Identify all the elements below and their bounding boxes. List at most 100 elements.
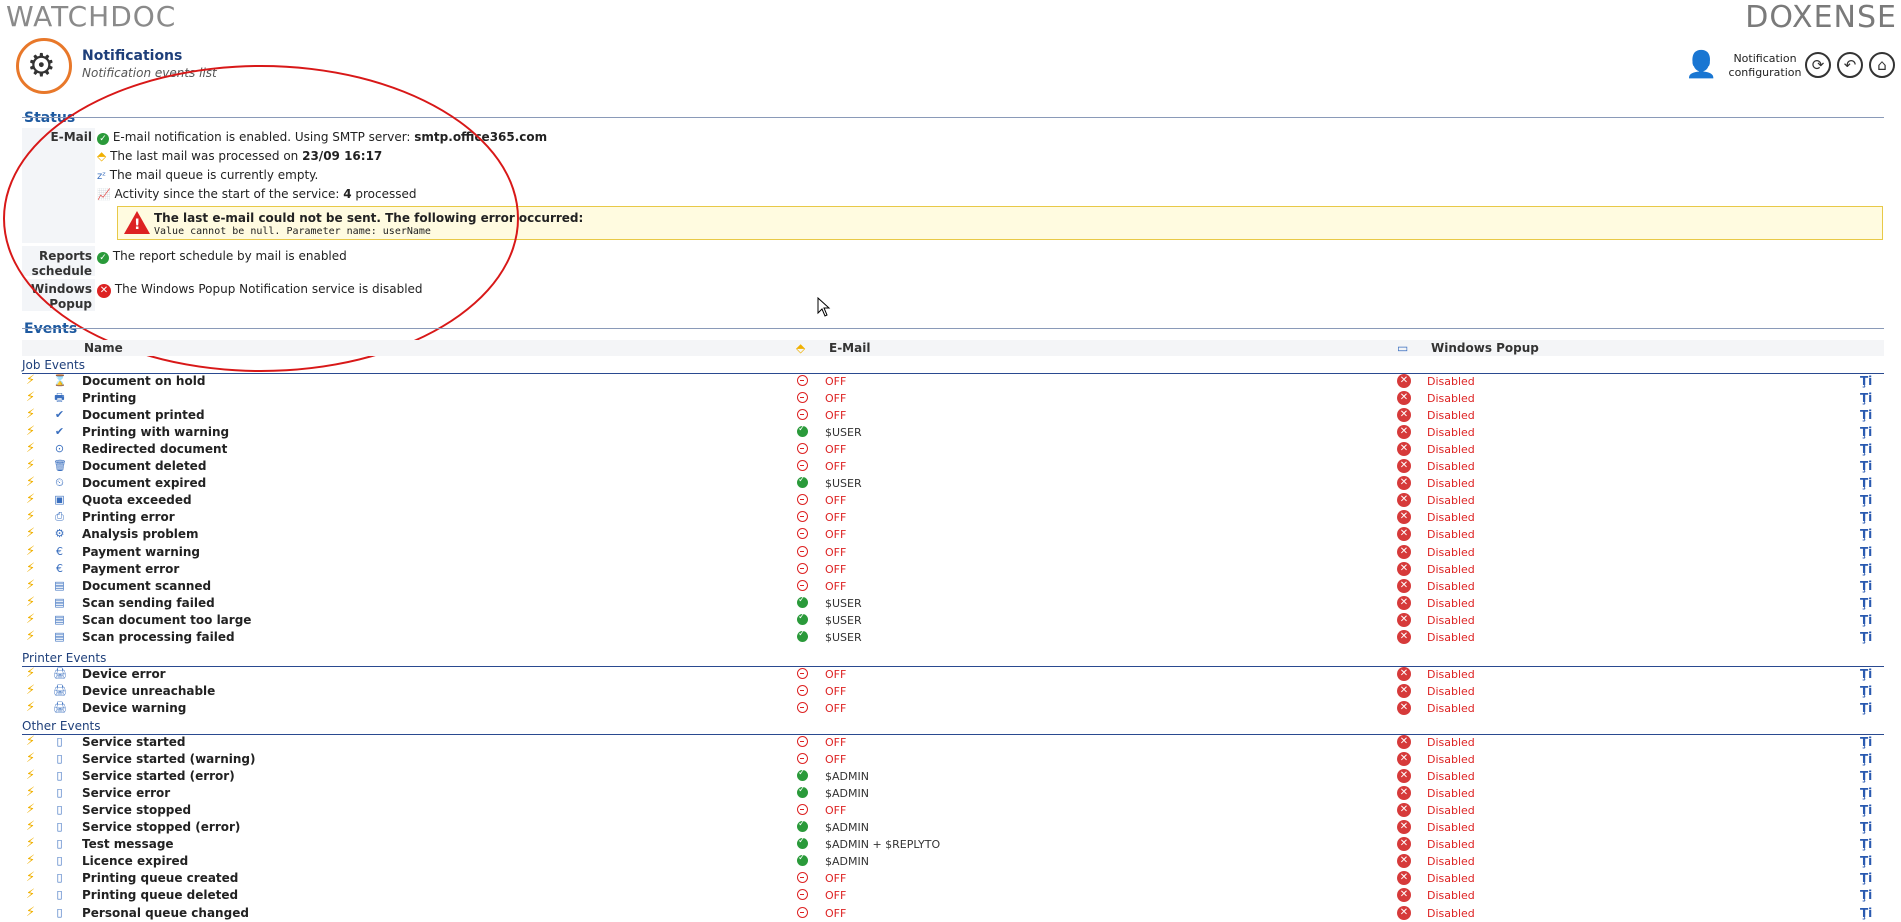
home-button[interactable]: ⌂ (1869, 52, 1895, 78)
edit-settings-icon[interactable]: Ţi (1860, 510, 1872, 524)
event-type-icon: 🖨 (53, 667, 67, 680)
popup-status: Disabled (1427, 375, 1475, 388)
edit-settings-icon[interactable]: Ţi (1860, 476, 1872, 490)
edit-settings-icon[interactable]: Ţi (1860, 854, 1872, 868)
email-recipient: OFF (825, 563, 847, 576)
popup-disabled-icon: ✕ (1397, 837, 1411, 851)
edit-settings-icon[interactable]: Ţi (1860, 459, 1872, 473)
edit-settings-icon[interactable]: Ţi (1860, 684, 1872, 698)
event-type-icon: ⏲ (55, 476, 64, 489)
event-row[interactable]: ⚡ ▣ Quota exceeded OFF ✕ Disabled Ţi (22, 492, 1884, 509)
email-off-icon (797, 668, 808, 679)
config-label-line2: configuration (1728, 66, 1802, 79)
event-row[interactable]: ⚡ ⏲ Document expired $USER ✕ Disabled Ţi (22, 475, 1884, 492)
event-row[interactable]: ⚡ € Payment error OFF ✕ Disabled Ţi (22, 561, 1884, 578)
edit-settings-icon[interactable]: Ţi (1860, 493, 1872, 507)
event-row[interactable]: ⚡ ✔ Document printed OFF ✕ Disabled Ţi (22, 407, 1884, 424)
popup-column-icon: ▭ (1397, 341, 1409, 355)
warning-triangle-icon (124, 211, 150, 234)
edit-settings-icon[interactable]: Ţi (1860, 596, 1872, 610)
event-row[interactable]: ⚡ € Payment warning OFF ✕ Disabled Ţi (22, 544, 1884, 561)
edit-settings-icon[interactable]: Ţi (1860, 667, 1872, 681)
event-row[interactable]: ⚡ ▯ Service started (warning) OFF ✕ Disabled Ţ… (22, 751, 1884, 768)
trigger-bolt-icon: ⚡ (26, 836, 36, 851)
email-off-icon (797, 580, 808, 591)
event-row[interactable]: ⚡ ▯ Service started (error) $ADMIN ✕ Disabled… (22, 768, 1884, 785)
notification-configuration-button[interactable]: 👤 Notification configuration (1685, 50, 1805, 82)
edit-settings-icon[interactable]: Ţi (1860, 425, 1872, 439)
edit-settings-icon[interactable]: Ţi (1860, 735, 1872, 749)
event-row[interactable]: ⚡ 🖨 Device unreachable OFF ✕ Disabled Ţi (22, 683, 1884, 700)
edit-settings-icon[interactable]: Ţi (1860, 527, 1872, 541)
event-row[interactable]: ⚡ ▤ Scan processing failed $USER ✕ Disabled Ţi (22, 629, 1884, 646)
event-row[interactable]: ⚡ 🖶 Printing OFF ✕ Disabled Ţi (22, 390, 1884, 407)
event-row[interactable]: ⚡ ▯ Test message $ADMIN + $REPLYTO ✕ Disabled… (22, 836, 1884, 853)
event-row[interactable]: ⚡ ▤ Document scanned OFF ✕ Disabled Ţi (22, 578, 1884, 595)
edit-settings-icon[interactable]: Ţi (1860, 803, 1872, 817)
edit-settings-icon[interactable]: Ţi (1860, 769, 1872, 783)
event-row[interactable]: ⚡ ▯ Personal queue changed OFF ✕ Disabled Ţi (22, 905, 1884, 922)
edit-settings-icon[interactable]: Ţi (1860, 820, 1872, 834)
event-row[interactable]: ⚡ ▯ Service stopped (error) $ADMIN ✕ Disabled… (22, 819, 1884, 836)
edit-settings-icon[interactable]: Ţi (1860, 871, 1872, 885)
edit-settings-icon[interactable]: Ţi (1860, 408, 1872, 422)
edit-settings-icon[interactable]: Ţi (1860, 630, 1872, 644)
event-row[interactable]: ⚡ 🗑 Document deleted OFF ✕ Disabled Ţi (22, 458, 1884, 475)
event-row[interactable]: ⚡ ▯ Licence expired $ADMIN ✕ Disabled Ţi (22, 853, 1884, 870)
edit-settings-icon[interactable]: Ţi (1860, 752, 1872, 766)
popup-status: Disabled (1427, 685, 1475, 698)
edit-settings-icon[interactable]: Ţi (1860, 906, 1872, 920)
email-off-icon (797, 804, 808, 815)
email-off-icon (797, 392, 808, 403)
email-recipient: OFF (825, 528, 847, 541)
popup-disabled-icon: ✕ (1397, 391, 1411, 405)
event-name: Printing with warning (82, 425, 230, 439)
edit-settings-icon[interactable]: Ţi (1860, 545, 1872, 559)
edit-settings-icon[interactable]: Ţi (1860, 837, 1872, 851)
event-type-icon: ▣ (54, 493, 65, 506)
edit-settings-icon[interactable]: Ţi (1860, 442, 1872, 456)
event-row[interactable]: ⚡ ✔ Printing with warning $USER ✕ Disabled Ţi (22, 424, 1884, 441)
refresh-button[interactable]: ⟳ (1805, 52, 1831, 78)
back-button[interactable]: ↶ (1837, 52, 1863, 78)
edit-settings-icon[interactable]: Ţi (1860, 391, 1872, 405)
edit-settings-icon[interactable]: Ţi (1860, 786, 1872, 800)
event-row[interactable]: ⚡ ▯ Printing queue created OFF ✕ Disabled Ţi (22, 870, 1884, 887)
event-type-icon: ▯ (56, 906, 63, 919)
edit-settings-icon[interactable]: Ţi (1860, 888, 1872, 902)
popup-disabled-icon: ✕ (1397, 459, 1411, 473)
event-row[interactable]: ⚡ ▯ Printing queue deleted OFF ✕ Disabled Ţi (22, 887, 1884, 904)
popup-disabled-icon: ✕ (1397, 630, 1411, 644)
edit-settings-icon[interactable]: Ţi (1860, 562, 1872, 576)
edit-settings-icon[interactable]: Ţi (1860, 579, 1872, 593)
event-row[interactable]: ⚡ ▤ Scan document too large $USER ✕ Disabled Ţ… (22, 612, 1884, 629)
event-row[interactable]: ⚡ ▯ Service started OFF ✕ Disabled Ţi (22, 734, 1884, 751)
event-row[interactable]: ⚡ ⎙ Printing error OFF ✕ Disabled Ţi (22, 509, 1884, 526)
reports-label-1: Reports (38, 249, 92, 263)
activity-line: 📈 Activity since the start of the servic… (97, 186, 417, 202)
error-x-icon: ✕ (97, 284, 111, 298)
event-row[interactable]: ⚡ ⊙ Redirected document OFF ✕ Disabled Ţi (22, 441, 1884, 458)
event-row[interactable]: ⚡ ▯ Service stopped OFF ✕ Disabled Ţi (22, 802, 1884, 819)
event-row[interactable]: ⚡ 🖨 Device error OFF ✕ Disabled Ţi (22, 666, 1884, 683)
event-type-icon: ▯ (56, 786, 63, 799)
event-row[interactable]: ⚡ ▤ Scan sending failed $USER ✕ Disabled Ţi (22, 595, 1884, 612)
edit-settings-icon[interactable]: Ţi (1860, 613, 1872, 627)
trigger-bolt-icon: ⚡ (26, 700, 36, 715)
popup-status: Disabled (1427, 494, 1475, 507)
event-row[interactable]: ⚡ 🖨 Device warning OFF ✕ Disabled Ţi (22, 700, 1884, 717)
email-recipient: OFF (825, 392, 847, 405)
trigger-bolt-icon: ⚡ (26, 612, 36, 627)
event-row[interactable]: ⚡ ⌛ Document on hold OFF ✕ Disabled Ţi (22, 373, 1884, 390)
trigger-bolt-icon: ⚡ (26, 526, 36, 541)
group-title: Job Events (22, 358, 85, 372)
event-row[interactable]: ⚡ ▯ Service error $ADMIN ✕ Disabled Ţi (22, 785, 1884, 802)
events-header-row (22, 340, 1884, 356)
trigger-bolt-icon: ⚡ (26, 441, 36, 456)
event-row[interactable]: ⚡ ⚙ Analysis problem OFF ✕ Disabled Ţi (22, 526, 1884, 543)
email-status-label: E-Mail (50, 130, 92, 144)
email-recipient: OFF (825, 668, 847, 681)
trigger-bolt-icon: ⚡ (26, 666, 36, 681)
edit-settings-icon[interactable]: Ţi (1860, 374, 1872, 388)
edit-settings-icon[interactable]: Ţi (1860, 701, 1872, 715)
